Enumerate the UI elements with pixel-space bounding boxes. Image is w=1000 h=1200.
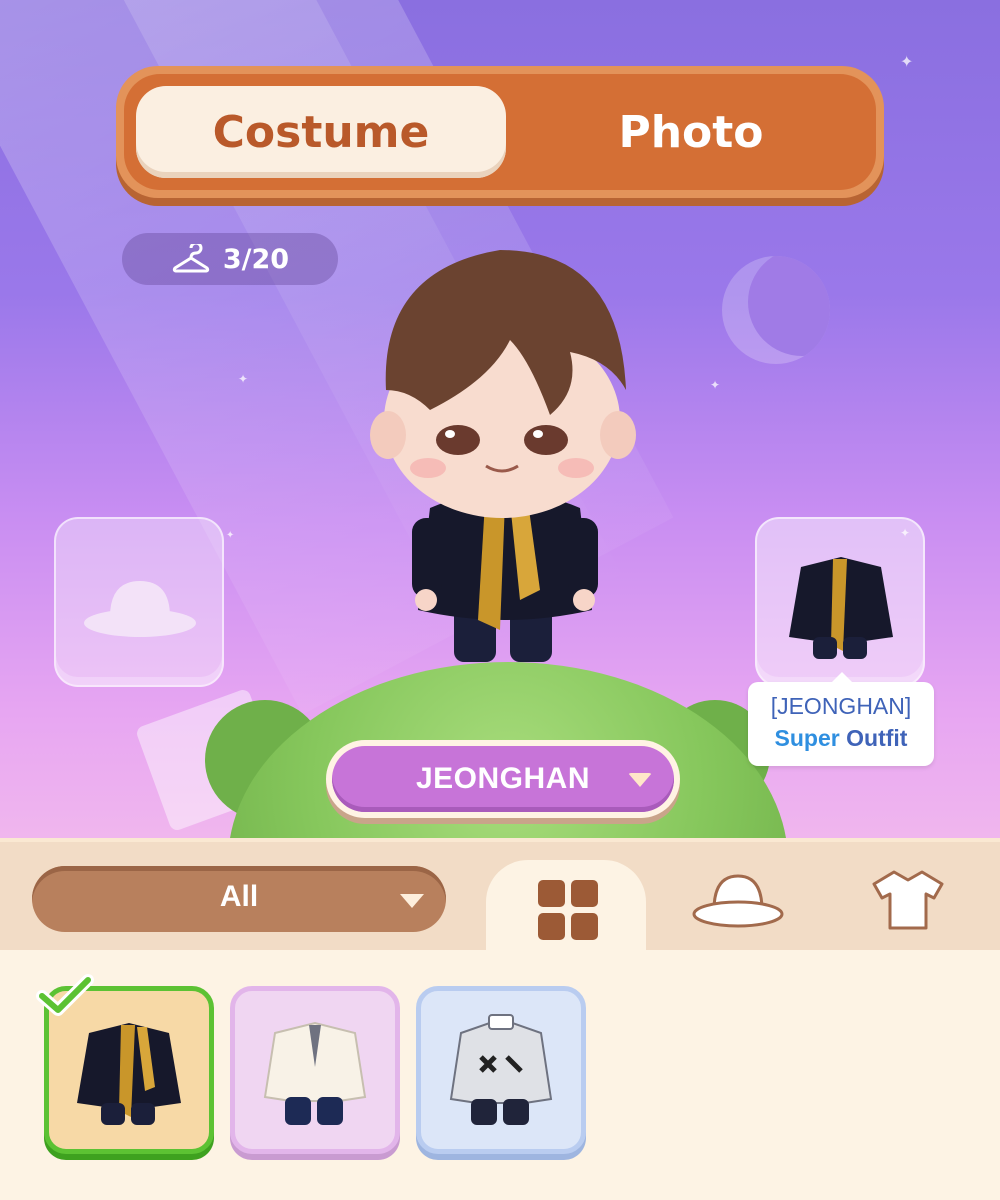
outfit-icon xyxy=(449,1014,553,1125)
mode-toggle-track: Costume Photo xyxy=(124,74,876,190)
filter-select-value: All xyxy=(219,880,259,913)
item-card-gray-jacket-outfit[interactable] xyxy=(416,986,586,1154)
filter-select[interactable]: All xyxy=(32,866,446,932)
member-select[interactable]: JEONGHAN xyxy=(326,740,680,818)
outfit-icon xyxy=(263,1021,367,1125)
avatar-character xyxy=(370,250,636,662)
sparkle-icon: ✦ xyxy=(238,372,249,386)
grid-icon[interactable] xyxy=(538,880,598,940)
tab-costume[interactable]: Costume xyxy=(136,86,506,178)
item-card-white-jacket-outfit[interactable] xyxy=(230,986,400,1154)
shirt-icon[interactable] xyxy=(870,868,946,932)
checkmark-icon xyxy=(36,974,94,1016)
hanger-icon xyxy=(171,244,211,274)
sparkle-icon: ✦ xyxy=(900,52,914,71)
chevron-down-icon xyxy=(628,773,652,787)
chevron-down-icon xyxy=(400,894,424,908)
member-select-value: JEONGHAN xyxy=(415,762,591,795)
tab-photo[interactable]: Photo xyxy=(506,74,876,190)
mode-toggle: Costume Photo xyxy=(116,66,884,198)
sparkle-icon: ✦ xyxy=(226,530,235,541)
tooltip-outfit-type: Super Outfit xyxy=(748,722,934,754)
hat-slot[interactable] xyxy=(54,517,224,687)
hat-icon[interactable] xyxy=(690,872,786,932)
outfit-tooltip: [JEONGHAN] Super Outfit xyxy=(748,672,934,766)
member-select-body: JEONGHAN xyxy=(332,746,674,812)
tooltip-member-name: [JEONGHAN] xyxy=(770,693,912,719)
outfit-slot[interactable] xyxy=(755,517,925,687)
tooltip-outfit: Outfit xyxy=(846,725,908,751)
outfit-icon xyxy=(77,1023,181,1125)
moon-icon xyxy=(722,256,830,364)
outfit-icon xyxy=(789,557,893,659)
sparkle-icon: ✦ xyxy=(710,378,721,392)
wardrobe-count-text: 3/20 xyxy=(222,243,290,275)
wardrobe-count: 3/20 xyxy=(122,233,338,285)
hat-icon xyxy=(84,581,196,637)
tooltip-super: Super xyxy=(774,725,840,751)
